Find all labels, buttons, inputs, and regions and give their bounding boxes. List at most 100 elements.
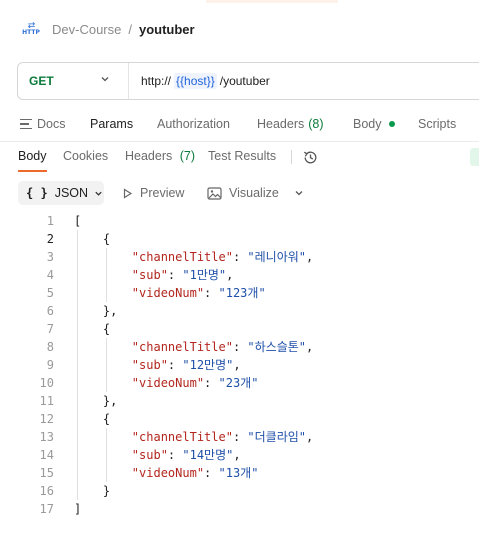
docs-icon — [20, 119, 32, 129]
tab-headers-label: Headers — [257, 117, 305, 131]
breadcrumb-separator: / — [128, 21, 132, 37]
chevron-down-icon — [101, 77, 109, 82]
code-text: "channelTitle": "하스슬톤", — [131, 340, 314, 354]
tab-headers[interactable]: Headers (8) — [257, 117, 324, 131]
code-text: "sub": "12만명", — [131, 358, 241, 372]
code-text: { — [74, 412, 111, 426]
chevron-down-icon[interactable] — [294, 188, 304, 198]
visualize-button[interactable]: Visualize — [207, 181, 279, 205]
format-label: JSON — [54, 186, 89, 200]
http-request-icon: ⇄ HTTP — [22, 20, 40, 37]
breadcrumb: ⇄ HTTP Dev-Course / youtuber — [22, 18, 195, 40]
code-text: }, — [74, 304, 118, 318]
line-number: 16 — [39, 484, 54, 498]
request-name[interactable]: youtuber — [139, 22, 195, 37]
line-number: 5 — [46, 286, 54, 300]
code-line: 2 { — [0, 230, 479, 248]
line-number: 6 — [46, 304, 54, 318]
line-number: 7 — [46, 322, 54, 336]
code-text: } — [74, 484, 111, 498]
code-line: 1[ — [0, 212, 479, 230]
url-prefix: http:// — [141, 74, 172, 88]
response-tab-headers[interactable]: Headers (7) — [125, 149, 195, 163]
url-path: /youtuber — [219, 74, 270, 88]
code-text: "videoNum": "123개" — [131, 286, 266, 300]
active-tab-underline — [18, 170, 47, 172]
url-input[interactable]: http:// {{host}} /youtuber — [141, 73, 270, 89]
preview-button[interactable]: Preview — [122, 181, 184, 205]
line-number: 2 — [46, 232, 54, 246]
code-line: 5 "videoNum": "123개" — [0, 284, 479, 302]
tab-body[interactable]: Body — [353, 117, 395, 131]
play-icon — [123, 187, 133, 199]
code-text: "channelTitle": "더클라임", — [131, 430, 314, 444]
line-number: 13 — [39, 430, 54, 444]
code-text: ] — [74, 502, 82, 516]
code-text: [ — [74, 214, 82, 228]
tab-scripts-label: Scripts — [418, 117, 457, 131]
url-variable[interactable]: {{host}} — [174, 73, 217, 89]
method-select[interactable]: GET — [18, 63, 129, 99]
tabs-separator — [291, 150, 292, 164]
code-text: "videoNum": "23개" — [131, 376, 259, 390]
line-number: 15 — [39, 466, 54, 480]
tab-body-label: Body — [353, 117, 382, 131]
code-text: "sub": "14만명", — [131, 448, 241, 462]
response-tab-cookies[interactable]: Cookies — [63, 149, 108, 163]
url-bar: GET http:// {{host}} /youtuber — [17, 62, 479, 100]
code-text: }, — [74, 394, 118, 408]
breadcrumb-collection-link[interactable]: Dev-Course — [52, 22, 121, 37]
response-tab-test-results[interactable]: Test Results — [208, 149, 276, 163]
image-icon — [207, 186, 222, 200]
code-text: "sub": "1만명", — [131, 268, 234, 282]
code-text: "channelTitle": "레니아워", — [131, 250, 314, 264]
line-number: 4 — [46, 268, 54, 282]
code-line: 17] — [0, 500, 479, 518]
code-line: 3 "channelTitle": "레니아워", — [0, 248, 479, 266]
code-text: "videoNum": "13개" — [131, 466, 259, 480]
code-line: 15 "videoNum": "13개" — [0, 464, 479, 482]
line-number: 14 — [39, 448, 54, 462]
line-number: 10 — [39, 376, 54, 390]
headers-count: (8) — [308, 117, 324, 131]
code-line: 13 "channelTitle": "더클라임", — [0, 428, 479, 446]
tab-scripts[interactable]: Scripts — [418, 117, 456, 131]
braces-icon: { } — [26, 186, 48, 200]
line-number: 8 — [46, 340, 54, 354]
code-line: 12 { — [0, 410, 479, 428]
code-text: { — [74, 322, 111, 336]
format-select[interactable]: { } JSON — [18, 181, 104, 205]
tab-authorization-label: Authorization — [157, 117, 230, 131]
line-number: 12 — [39, 412, 54, 426]
tab-docs[interactable]: Docs — [20, 117, 65, 131]
method-label: GET — [29, 74, 54, 88]
visualize-label: Visualize — [229, 186, 279, 200]
line-number: 3 — [46, 250, 54, 264]
line-number: 17 — [39, 502, 54, 516]
code-line: 4 "sub": "1만명", — [0, 266, 479, 284]
response-headers-count: (7) — [179, 149, 196, 163]
code-line: 11 }, — [0, 392, 479, 410]
code-line: 6 }, — [0, 302, 479, 320]
response-tab-body[interactable]: Body — [18, 149, 47, 163]
chevron-down-icon — [95, 191, 102, 196]
response-tab-headers-label: Headers — [125, 149, 173, 163]
line-number: 11 — [39, 394, 54, 408]
code-line: 14 "sub": "14만명", — [0, 446, 479, 464]
code-line: 10 "videoNum": "23개" — [0, 374, 479, 392]
code-line: 9 "sub": "12만명", — [0, 356, 479, 374]
tab-params[interactable]: Params — [90, 117, 133, 131]
status-chip — [470, 148, 479, 166]
code-line: 16 } — [0, 482, 479, 500]
body-indicator-dot — [388, 121, 395, 127]
code-text: { — [74, 232, 111, 246]
code-line: 7 { — [0, 320, 479, 338]
tab-docs-label: Docs — [37, 117, 66, 131]
top-accent-bar — [206, 0, 338, 3]
tab-params-label: Params — [90, 117, 134, 131]
preview-label: Preview — [140, 186, 185, 200]
tab-authorization[interactable]: Authorization — [157, 117, 230, 131]
section-divider — [0, 141, 479, 142]
line-number: 9 — [46, 358, 54, 372]
history-icon[interactable] — [302, 149, 319, 166]
